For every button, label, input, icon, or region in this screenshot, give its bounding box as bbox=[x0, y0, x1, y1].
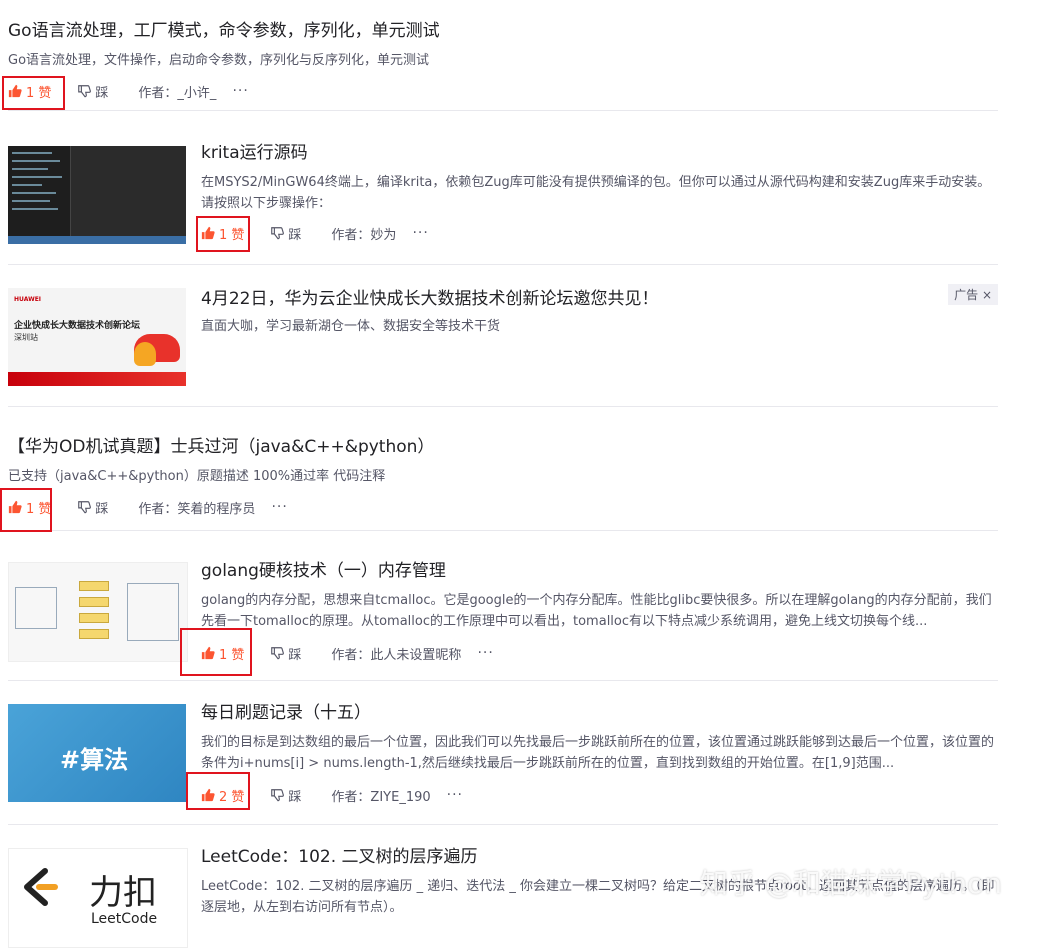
like-highlight-box bbox=[180, 628, 252, 676]
article-thumbnail[interactable] bbox=[8, 146, 186, 244]
more-options-button[interactable]: ··· bbox=[271, 499, 287, 515]
leetcode-logo-icon bbox=[19, 867, 59, 907]
article-title[interactable]: golang硬核技术（一）内存管理 bbox=[201, 560, 998, 582]
dislike-label: 踩 bbox=[288, 786, 301, 805]
more-options-button[interactable]: ··· bbox=[447, 787, 463, 803]
more-options-button[interactable]: ··· bbox=[412, 225, 428, 241]
road-graphic bbox=[8, 372, 186, 386]
dislike-label: 踩 bbox=[95, 498, 108, 517]
author-name[interactable]: 作者：此人未设置昵称 bbox=[331, 644, 461, 663]
more-options-button[interactable]: ··· bbox=[477, 645, 493, 661]
author-name[interactable]: 作者：笑着的程序员 bbox=[138, 498, 255, 517]
robot-mascot bbox=[134, 342, 156, 366]
list-item: krita运行源码 在MSYS2/MinGW64终端上，编译krita，依赖包Z… bbox=[8, 130, 998, 265]
thumbnail-label: #算法 bbox=[60, 740, 128, 775]
dislike-label: 踩 bbox=[288, 224, 301, 243]
author-name[interactable]: 作者：ZIYE_190 bbox=[331, 786, 430, 805]
dislike-label: 踩 bbox=[95, 82, 108, 101]
list-item: #算法 每日刷题记录（十五） 我们的目标是到达数组的最后一个位置，因此我们可以先… bbox=[8, 700, 998, 825]
article-summary[interactable]: golang的内存分配，思想来自tcmalloc。它是google的一个内存分配… bbox=[201, 590, 996, 632]
action-bar: 2 赞 踩 作者：ZIYE_190 ··· bbox=[201, 784, 998, 806]
diagram-right-block bbox=[127, 583, 179, 641]
brand-logo-text: HUAWEI bbox=[14, 296, 41, 303]
article-summary[interactable]: Go语言流处理，文件操作，启动命令参数，序列化与反序列化，单元测试 bbox=[8, 50, 429, 71]
like-highlight-box bbox=[0, 488, 52, 532]
thumbnail-brand-en: LeetCode bbox=[91, 911, 157, 927]
article-title[interactable]: krita运行源码 bbox=[201, 142, 998, 164]
article-title[interactable]: Go语言流处理，工厂模式，命令参数，序列化，单元测试 bbox=[8, 20, 440, 42]
action-bar: 1 赞 踩 作者：此人未设置昵称 ··· bbox=[201, 642, 998, 664]
thumbs-down-icon bbox=[270, 788, 284, 802]
list-item: golang硬核技术（一）内存管理 golang的内存分配，思想来自tcmall… bbox=[8, 550, 998, 681]
list-item: Go语言流处理，工厂模式，命令参数，序列化，单元测试 Go语言流处理，文件操作，… bbox=[8, 14, 998, 111]
like-highlight-box bbox=[2, 76, 65, 110]
dislike-button[interactable]: 踩 bbox=[270, 224, 301, 243]
ad-item: HUAWEI 企业快成长大数据技术创新论坛 深圳站 4月22日，华为云企业快成长… bbox=[8, 284, 998, 407]
ad-thumbnail[interactable]: HUAWEI 企业快成长大数据技术创新论坛 深圳站 bbox=[8, 288, 186, 386]
dislike-button[interactable]: 踩 bbox=[270, 644, 301, 663]
article-thumbnail[interactable] bbox=[8, 562, 188, 662]
diagram-node-column bbox=[79, 581, 109, 641]
taskbar bbox=[8, 236, 186, 244]
thumbs-down-icon bbox=[77, 84, 91, 98]
thumbnail-brand-cn: 力扣 bbox=[89, 865, 157, 914]
thumbnail-city: 深圳站 bbox=[14, 332, 38, 343]
dislike-button[interactable]: 踩 bbox=[77, 82, 108, 101]
list-item: 【华为OD机试真题】士兵过河（java&C++&python） 已支持（java… bbox=[8, 426, 998, 531]
ad-title[interactable]: 4月22日，华为云企业快成长大数据技术创新论坛邀您共见！ bbox=[201, 288, 998, 310]
code-editor-panel bbox=[8, 146, 71, 236]
ad-close-button[interactable]: 广告 × bbox=[948, 284, 998, 305]
article-thumbnail[interactable]: 力扣 LeetCode bbox=[8, 848, 188, 948]
diagram-left-block bbox=[15, 587, 57, 629]
article-title[interactable]: 【华为OD机试真题】士兵过河（java&C++&python） bbox=[8, 436, 434, 458]
dislike-label: 踩 bbox=[288, 644, 301, 663]
action-bar: 1 赞 踩 作者：妙为 ··· bbox=[201, 222, 998, 244]
watermark: 知乎 @和猫妹学Python bbox=[700, 862, 1002, 902]
article-thumbnail[interactable]: #算法 bbox=[8, 704, 186, 802]
thumbnail-headline: 企业快成长大数据技术创新论坛 bbox=[14, 318, 140, 331]
dislike-button[interactable]: 踩 bbox=[77, 498, 108, 517]
ad-summary[interactable]: 直面大咖，学习最新湖仓一体、数据安全等技术干货 bbox=[201, 316, 998, 337]
author-name[interactable]: 作者：_小许_ bbox=[138, 82, 216, 101]
thumbs-down-icon bbox=[270, 226, 284, 240]
article-summary[interactable]: 在MSYS2/MinGW64终端上，编译krita，依赖包Zug库可能没有提供预… bbox=[201, 172, 996, 214]
dislike-button[interactable]: 踩 bbox=[270, 786, 301, 805]
more-options-button[interactable]: ··· bbox=[232, 83, 248, 99]
thumbs-down-icon bbox=[270, 646, 284, 660]
article-summary[interactable]: 已支持（java&C++&python）原题描述 100%通过率 代码注释 bbox=[8, 466, 385, 487]
like-highlight-box bbox=[196, 216, 250, 252]
article-title[interactable]: 每日刷题记录（十五） bbox=[201, 702, 998, 724]
article-summary[interactable]: 我们的目标是到达数组的最后一个位置，因此我们可以先找最后一步跳跃前所在的位置，该… bbox=[201, 732, 996, 774]
author-name[interactable]: 作者：妙为 bbox=[331, 224, 396, 243]
thumbs-down-icon bbox=[77, 500, 91, 514]
like-highlight-box bbox=[186, 772, 250, 810]
